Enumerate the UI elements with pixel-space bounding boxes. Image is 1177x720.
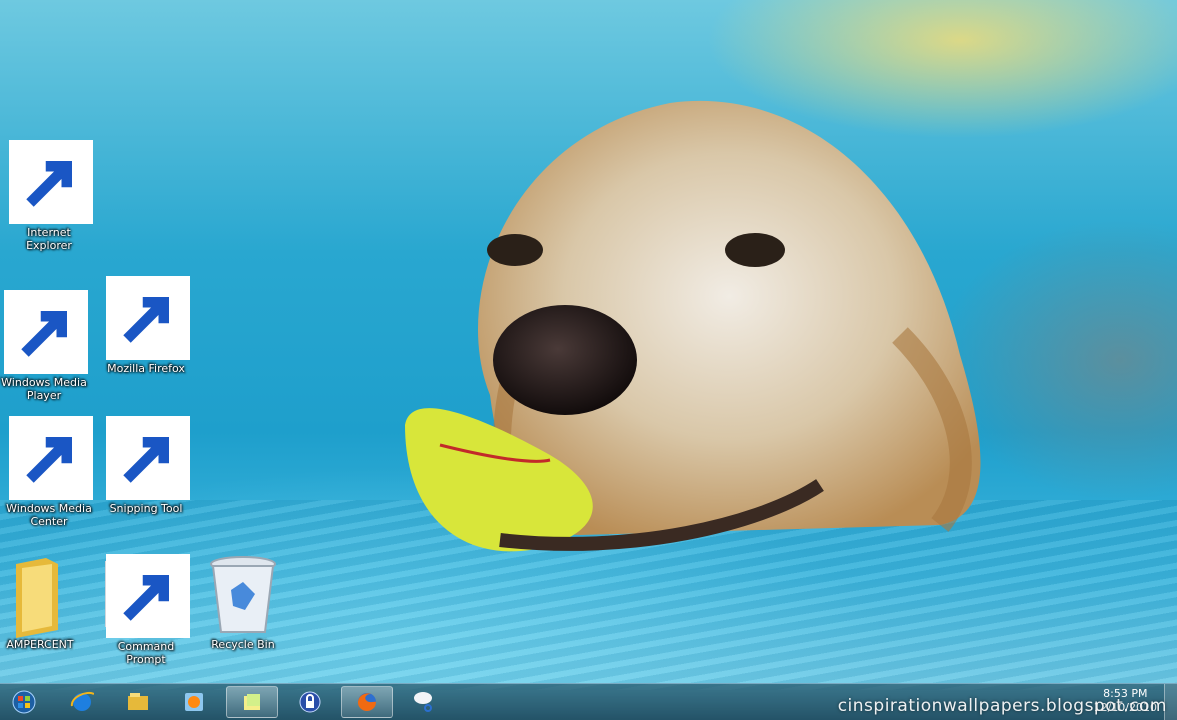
- internet-explorer-icon: [70, 692, 94, 711]
- desktop-icon-ampercent-folder[interactable]: AMPERCENT: [0, 554, 86, 651]
- windows-explorer-icon: [128, 693, 148, 710]
- desktop-icon-label: Snipping Tool: [109, 502, 183, 515]
- taskbar-internet-explorer[interactable]: [56, 686, 108, 718]
- taskbar-windows-media-player[interactable]: [168, 686, 220, 718]
- recycle-bin-icon: [210, 556, 276, 633]
- shortcut-arrow-icon: [4, 290, 88, 374]
- snipping-tool-icon: [414, 692, 432, 712]
- desktop-icon-label: Internet Explorer: [26, 226, 72, 252]
- lock-icon: [299, 691, 321, 713]
- desktop-icon-label: Windows Media Player: [1, 376, 87, 402]
- shortcut-arrow-icon: [106, 554, 190, 638]
- shortcut-arrow-icon: [106, 416, 190, 500]
- taskbar-sticky-notes[interactable]: [226, 686, 278, 718]
- desktop-icon-recycle-bin[interactable]: Recycle Bin: [197, 554, 289, 651]
- desktop-icon-mozilla-firefox[interactable]: Mozilla Firefox: [100, 276, 192, 375]
- shortcut-arrow-icon: [9, 416, 93, 500]
- folder-icon: [16, 558, 58, 638]
- start-button[interactable]: [4, 686, 44, 718]
- taskbar-windows-explorer[interactable]: [112, 686, 164, 718]
- windows-media-player-icon: [185, 693, 203, 711]
- desktop-icon-windows-media-player[interactable]: Windows Media Player: [0, 290, 90, 402]
- shortcut-arrow-icon: [106, 276, 190, 360]
- desktop-icon-snipping-tool[interactable]: Snipping Tool: [100, 416, 192, 515]
- shortcut-arrow-icon: [9, 140, 93, 224]
- dog-photo: [405, 100, 981, 552]
- desktop-icon-label: Recycle Bin: [211, 638, 275, 651]
- desktop-icon-command-prompt[interactable]: C:\_ Command Prompt: [100, 554, 192, 666]
- sticky-notes-icon: [244, 694, 260, 710]
- taskbar-lock[interactable]: [284, 686, 336, 718]
- desktop-icon-label: Mozilla Firefox: [107, 362, 185, 375]
- firefox-icon: [358, 693, 376, 711]
- desktop-icon-windows-media-center[interactable]: Windows Media Center: [3, 416, 95, 528]
- watermark-text: cinspirationwallpapers.blogspot.com: [837, 696, 1167, 716]
- taskbar-firefox[interactable]: [341, 686, 393, 718]
- desktop-icon-internet-explorer[interactable]: e Internet Explorer: [3, 140, 95, 252]
- start-orb-icon: [12, 690, 36, 714]
- desktop-icon-label: Command Prompt: [117, 640, 175, 666]
- taskbar-snipping-tool[interactable]: [398, 686, 450, 718]
- desktop-icon-label: AMPERCENT: [6, 638, 74, 651]
- desktop-icon-label: Windows Media Center: [6, 502, 92, 528]
